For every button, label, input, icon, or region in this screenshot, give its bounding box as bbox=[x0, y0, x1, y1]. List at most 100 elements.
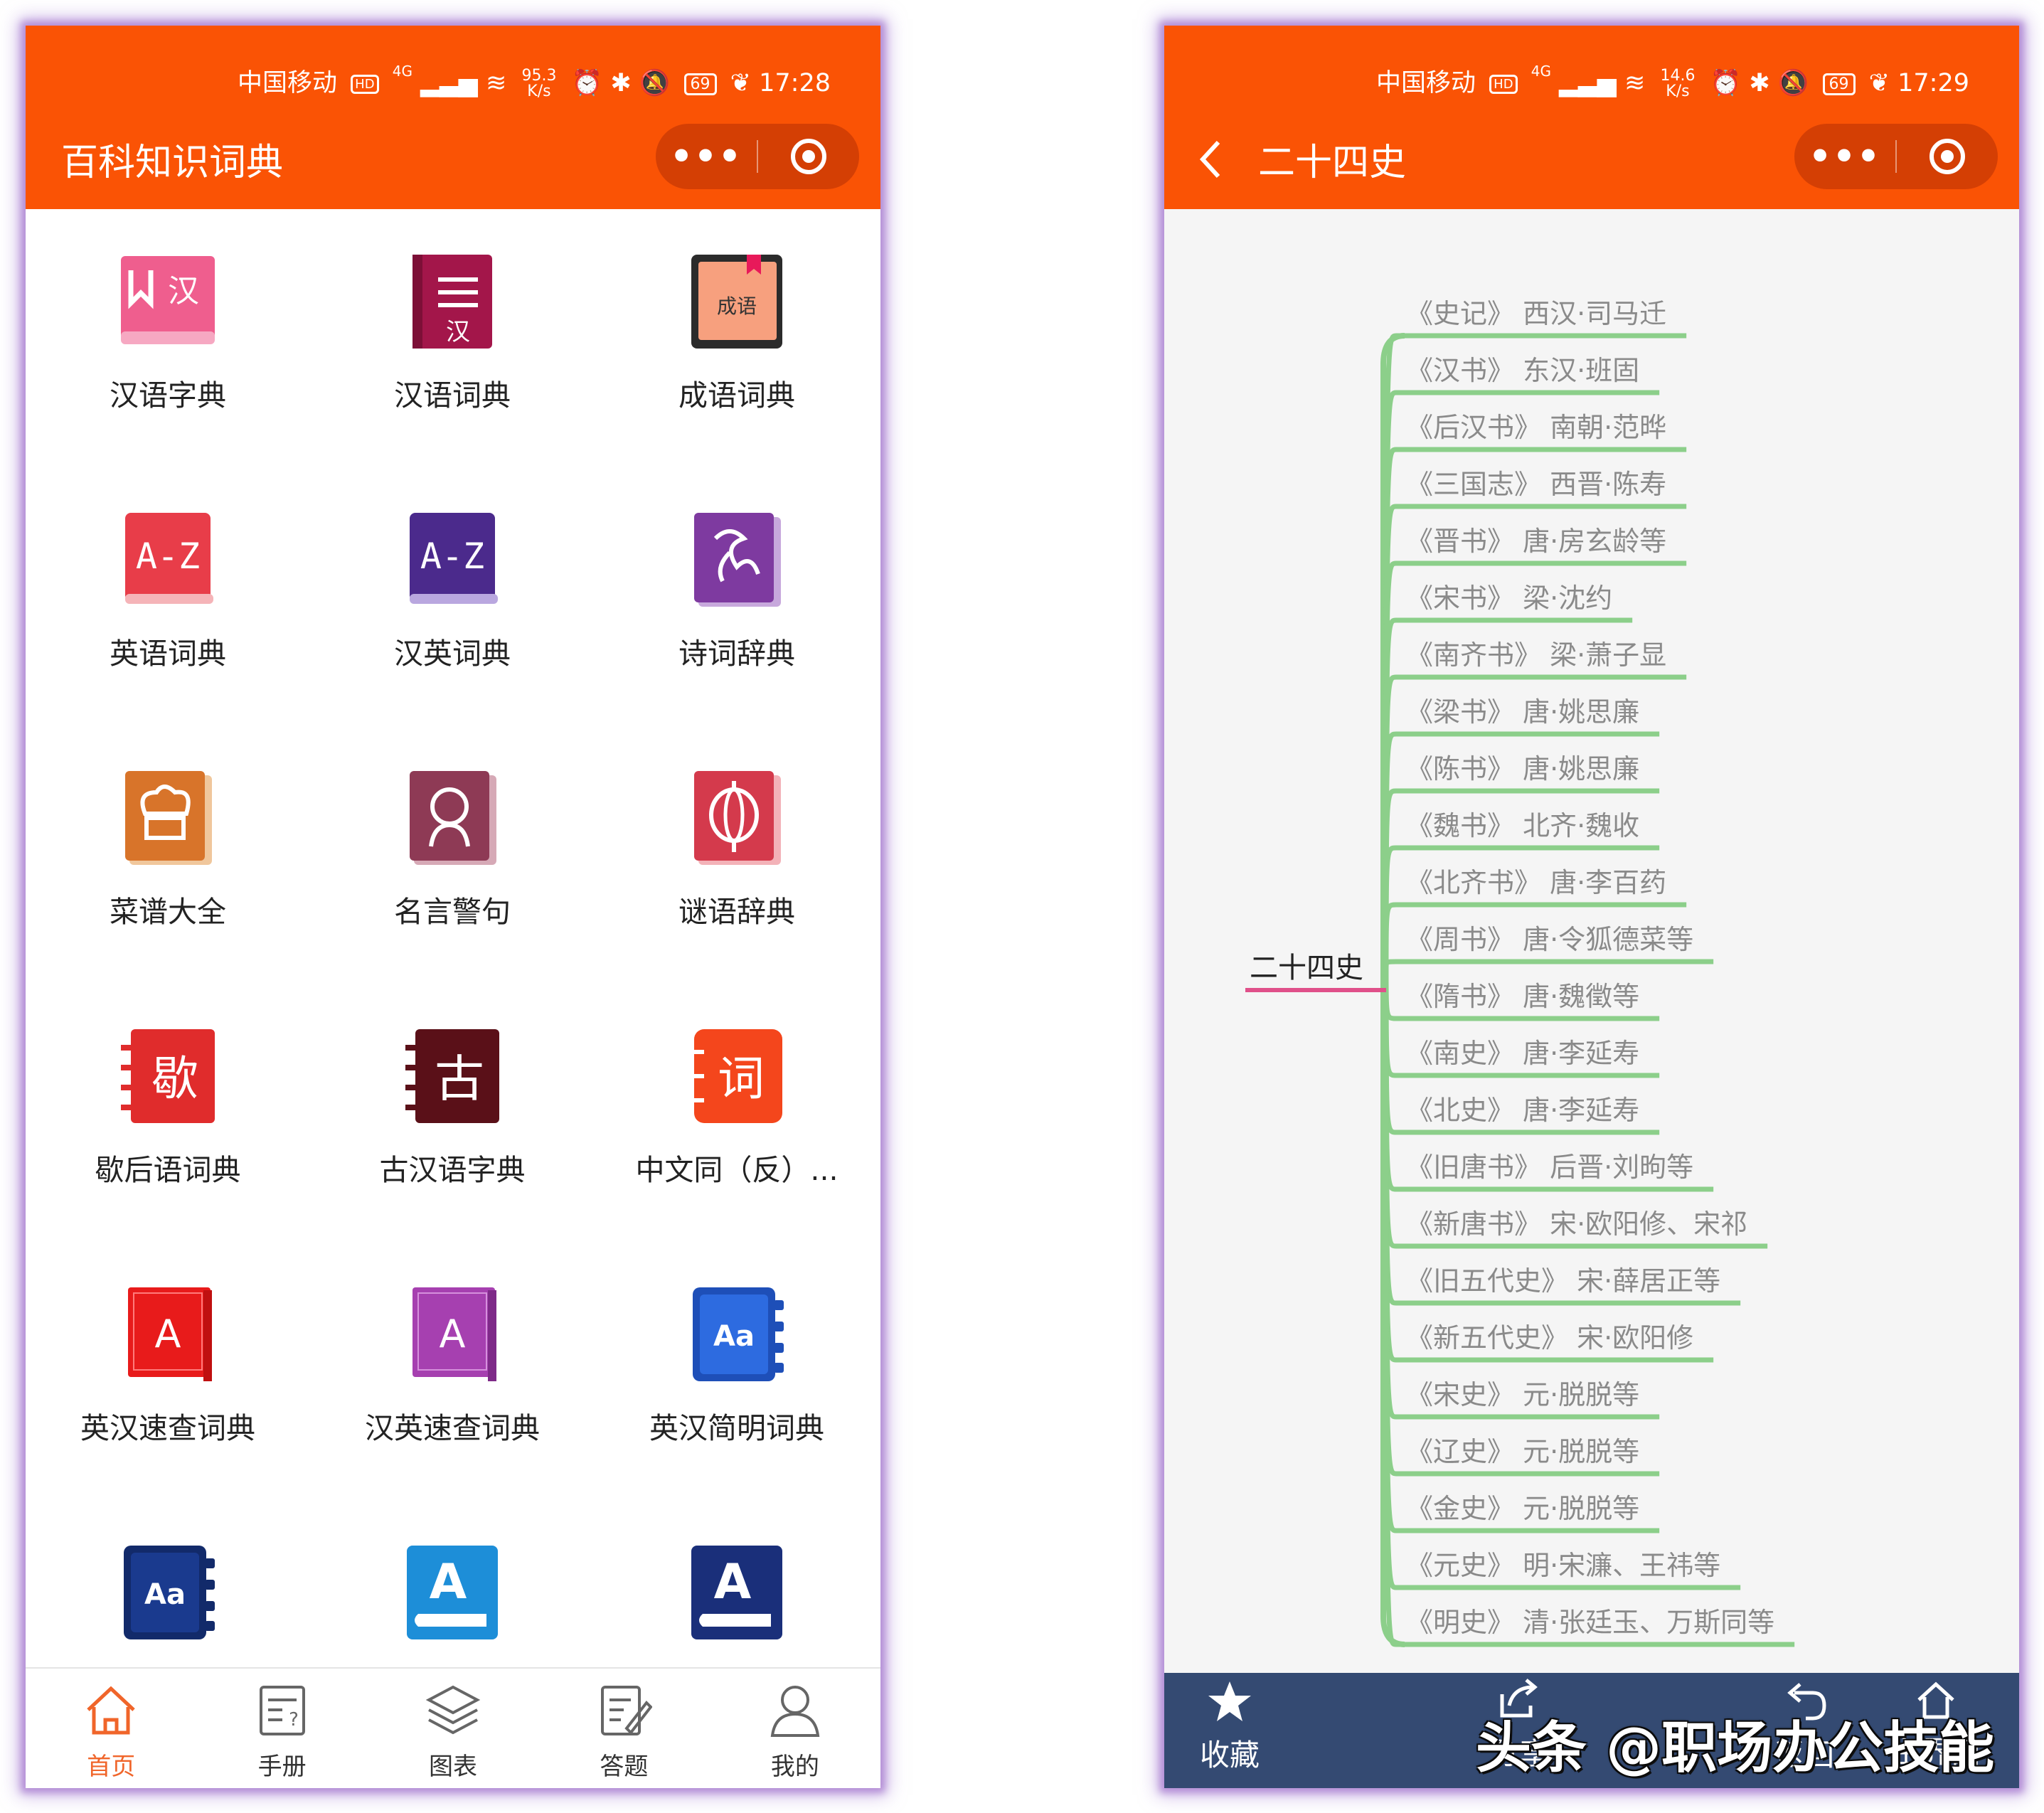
svg-text:古: 古 bbox=[435, 1050, 484, 1108]
close-miniprogram-button[interactable] bbox=[1897, 137, 1998, 176]
tile-famous-quotes[interactable]: 名言警句 bbox=[310, 725, 595, 984]
leaf-icon: ❦ bbox=[730, 69, 751, 97]
network-speed: 14.6 K/s bbox=[1660, 67, 1696, 100]
close-miniprogram-button[interactable] bbox=[758, 137, 859, 176]
a-red-book-icon: A bbox=[128, 1287, 212, 1381]
phone-left-screen: 中国移动 HD 4G ▂▃▅ ≋ 95.3 K/s ⏰ ✱ 🔕 69 ❦ 17:2… bbox=[26, 26, 880, 1788]
page-title: 百科知识词典 bbox=[61, 142, 284, 184]
tile-hanzi-dictionary[interactable]: 汉 汉语字典 bbox=[26, 209, 310, 467]
signal-label: 4G bbox=[392, 63, 412, 80]
bottom-tab-bar: 首页 ? 手册 图表 答题 我的 bbox=[26, 1667, 880, 1788]
more-menu-button[interactable]: ••• bbox=[656, 124, 757, 189]
branch-label: 《新五代史》 宋·欧阳修 bbox=[1406, 1322, 1693, 1354]
tab-home[interactable]: 首页 bbox=[26, 1669, 196, 1788]
back-arrow-icon[interactable] bbox=[1198, 138, 1223, 181]
branch-label: 《明史》 清·张廷玉、万斯同等 bbox=[1406, 1607, 1774, 1638]
tile-label: 汉语词典 bbox=[394, 378, 511, 413]
tile-chinese-english-quick-dictionary[interactable]: A 汉英速查词典 bbox=[310, 1242, 595, 1500]
wifi-icon: ≋ bbox=[1624, 69, 1646, 97]
tile-label: 谜语辞典 bbox=[678, 895, 795, 929]
tile-chinese-words-dictionary[interactable]: 汉 汉语词典 bbox=[310, 209, 595, 467]
tile-ancient-chinese-dictionary[interactable]: 古 古汉语字典 bbox=[310, 984, 595, 1242]
tile-label: 汉英词典 bbox=[394, 637, 511, 671]
svg-text:Aa: Aa bbox=[144, 1578, 186, 1611]
mindmap-branch[interactable]: 《明史》 清·张廷玉、万斯同等 bbox=[1383, 968, 1795, 1647]
top-navigation-bar: 中国移动 HD 4G ▂▃▅ ≋ 95.3 K/s ⏰ ✱ 🔕 69 ❦ 17:2… bbox=[26, 26, 880, 209]
carrier-label: 中国移动 bbox=[238, 69, 338, 97]
hd-badge: HD bbox=[1489, 74, 1518, 94]
wifi-icon: ≋ bbox=[485, 69, 507, 97]
tab-label: 首页 bbox=[87, 1753, 136, 1781]
tile-poetry-dictionary[interactable]: 诗词辞典 bbox=[595, 467, 879, 725]
mute-bell-icon: 🔕 bbox=[1777, 69, 1809, 97]
network-speed: 95.3 K/s bbox=[521, 67, 557, 100]
tile-label: 古汉语字典 bbox=[379, 1153, 526, 1187]
tile-label: 歇后语词典 bbox=[95, 1153, 241, 1187]
branch-label: 《后汉书》 南朝·范晔 bbox=[1406, 412, 1666, 443]
signal-bars-icon: ▂▃▅ bbox=[420, 69, 478, 97]
tile-label: 汉语字典 bbox=[110, 378, 226, 413]
az-red-book-icon: A-Z bbox=[125, 513, 213, 604]
tile-label: 诗词辞典 bbox=[678, 637, 795, 671]
tile-label: 汉英速查词典 bbox=[365, 1411, 540, 1445]
branch-connector bbox=[1383, 968, 1795, 1647]
collect-button[interactable]: 收藏 bbox=[1187, 1679, 1272, 1775]
branch-label: 《南史》 唐·李延寿 bbox=[1406, 1038, 1639, 1069]
bluetooth-icon: ✱ bbox=[610, 69, 632, 97]
tab-label: 我的 bbox=[770, 1753, 819, 1781]
layers-icon bbox=[425, 1685, 481, 1735]
svg-text:A-Z: A-Z bbox=[420, 536, 484, 577]
tab-mine[interactable]: 我的 bbox=[710, 1669, 880, 1788]
tab-manual[interactable]: ? 手册 bbox=[196, 1669, 367, 1788]
page-title: 二十四史 bbox=[1258, 142, 1407, 184]
star-icon bbox=[1208, 1681, 1251, 1721]
clock-time: 17:28 bbox=[759, 69, 831, 97]
svg-text:A: A bbox=[155, 1312, 181, 1356]
svg-text:成语: 成语 bbox=[717, 294, 757, 318]
tile-chinese-english-dictionary[interactable]: A-Z 汉英词典 bbox=[310, 467, 595, 725]
branch-label: 《辽史》 元·脱脱等 bbox=[1406, 1436, 1639, 1467]
tile-label: 成语词典 bbox=[678, 378, 795, 413]
mindmap-branch[interactable]: 《隋书》 唐·魏徵等 bbox=[1383, 968, 1660, 1021]
tile-english-chinese-concise-dictionary[interactable]: Aa 英汉简明词典 bbox=[595, 1242, 879, 1500]
tile-xiehouyu-dictionary[interactable]: 歇 歇后语词典 bbox=[26, 984, 310, 1242]
ci-notebook-icon: 词 bbox=[691, 1029, 782, 1123]
branch-label: 《三国志》 西晋·陈寿 bbox=[1406, 469, 1666, 500]
miniprogram-capsule: ••• bbox=[656, 124, 859, 189]
alarm-icon: ⏰ bbox=[1710, 69, 1742, 97]
thinker-icon bbox=[410, 771, 496, 865]
svg-text:汉: 汉 bbox=[168, 273, 199, 309]
tile-english-chinese-quick-dictionary[interactable]: A 英汉速查词典 bbox=[26, 1242, 310, 1500]
branch-connector bbox=[1383, 504, 1687, 969]
battery-indicator: 69 bbox=[683, 73, 717, 95]
more-menu-button[interactable]: ••• bbox=[1794, 124, 1895, 189]
clock-time: 17:29 bbox=[1897, 69, 1969, 97]
mindmap-root-label[interactable]: 二十四史 bbox=[1250, 952, 1363, 984]
poetry-book-icon bbox=[694, 513, 781, 607]
status-bar: 中国移动 HD 4G ▂▃▅ ≋ 14.6 K/s ⏰ ✱ 🔕 69 ❦ 17:2… bbox=[1376, 63, 1969, 100]
phone-right-screen: 中国移动 HD 4G ▂▃▅ ≋ 14.6 K/s ⏰ ✱ 🔕 69 ❦ 17:2… bbox=[1164, 26, 2019, 1788]
tile-recipes[interactable]: 菜谱大全 bbox=[26, 725, 310, 984]
bluetooth-icon: ✱ bbox=[1749, 69, 1770, 97]
mindmap-branch[interactable]: 《南齐书》 梁·萧子显 bbox=[1383, 639, 1687, 969]
status-bar: 中国移动 HD 4G ▂▃▅ ≋ 95.3 K/s ⏰ ✱ 🔕 69 ❦ 17:2… bbox=[238, 63, 831, 100]
user-icon bbox=[770, 1686, 820, 1737]
tile-english-dictionary[interactable]: A-Z 英语词典 bbox=[26, 467, 310, 725]
branch-label: 《宋史》 元·脱脱等 bbox=[1406, 1379, 1639, 1410]
tile-riddles[interactable]: 谜语辞典 bbox=[595, 725, 879, 984]
quiz-edit-icon bbox=[601, 1686, 653, 1735]
mindmap-branch[interactable]: 《周书》 唐·令狐德菜等 bbox=[1383, 924, 1714, 969]
tab-charts[interactable]: 图表 bbox=[368, 1669, 538, 1788]
tile-label: 英汉简明词典 bbox=[649, 1411, 824, 1445]
branch-label: 《梁书》 唐·姚思廉 bbox=[1406, 696, 1639, 728]
watermark-text: 头条 @职场办公技能 bbox=[1476, 1716, 1995, 1780]
svg-text:?: ? bbox=[289, 1709, 299, 1730]
tab-label: 答题 bbox=[600, 1753, 649, 1781]
tile-label: 英语词典 bbox=[110, 637, 226, 671]
branch-label: 《北史》 唐·李延寿 bbox=[1406, 1095, 1639, 1126]
tab-quiz[interactable]: 答题 bbox=[538, 1669, 709, 1788]
tile-synonym-antonym-dictionary[interactable]: 词 中文同（反）... bbox=[595, 984, 879, 1242]
branch-label: 《元史》 明·宋濂、王祎等 bbox=[1406, 1550, 1720, 1581]
xie-notebook-icon: 歇 bbox=[121, 1029, 215, 1123]
tile-idiom-dictionary[interactable]: 成语 成语词典 bbox=[595, 209, 879, 467]
